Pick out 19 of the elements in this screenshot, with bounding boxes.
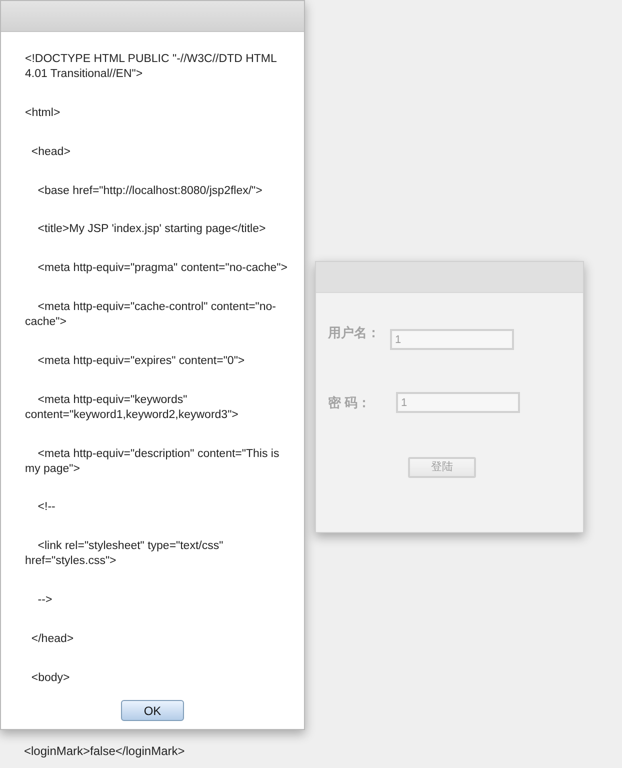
code-line: <base href="http://localhost:8080/jsp2flex/"> — [36, 184, 264, 199]
field-label: 用户名： — [328, 324, 381, 342]
code-line: <title>My JSP 'index.jsp' starting page</title> — [36, 222, 267, 238]
code-line: <!DOCTYPE HTML PUBLIC "-//W3C//DTD HTML 4.01 Transitional//EN"> — [25, 52, 278, 82]
code-line: <meta http-equiv="description" content="This is my page"> — [25, 446, 280, 477]
code-line: <!-- — [36, 500, 56, 516]
code-line: <html> — [25, 106, 62, 121]
field-label: 密 码： — [328, 394, 372, 412]
code-line: <meta http-equiv="pragma" content="no-cache"> — [36, 261, 288, 276]
code-line: <link rel="stylesheet" type="text/css" href="styles.css"> — [25, 539, 224, 570]
code-line: <meta http-equiv="expires" content="0"> — [36, 354, 246, 369]
code-line: <meta http-equiv="cache-control" content="no-cache"> — [25, 300, 278, 330]
code-line: <meta http-equiv="keywords" content="keyword1,keyword2,keyword3"> — [25, 392, 240, 423]
code-line: <body> — [30, 670, 71, 686]
ok-button[interactable]: OK — [121, 700, 184, 721]
code-line: </head> — [30, 632, 75, 647]
code-line: --> — [36, 593, 54, 608]
code-line: <head> — [30, 144, 72, 160]
output-text: <loginMark>false</loginMark> — [24, 743, 185, 760]
